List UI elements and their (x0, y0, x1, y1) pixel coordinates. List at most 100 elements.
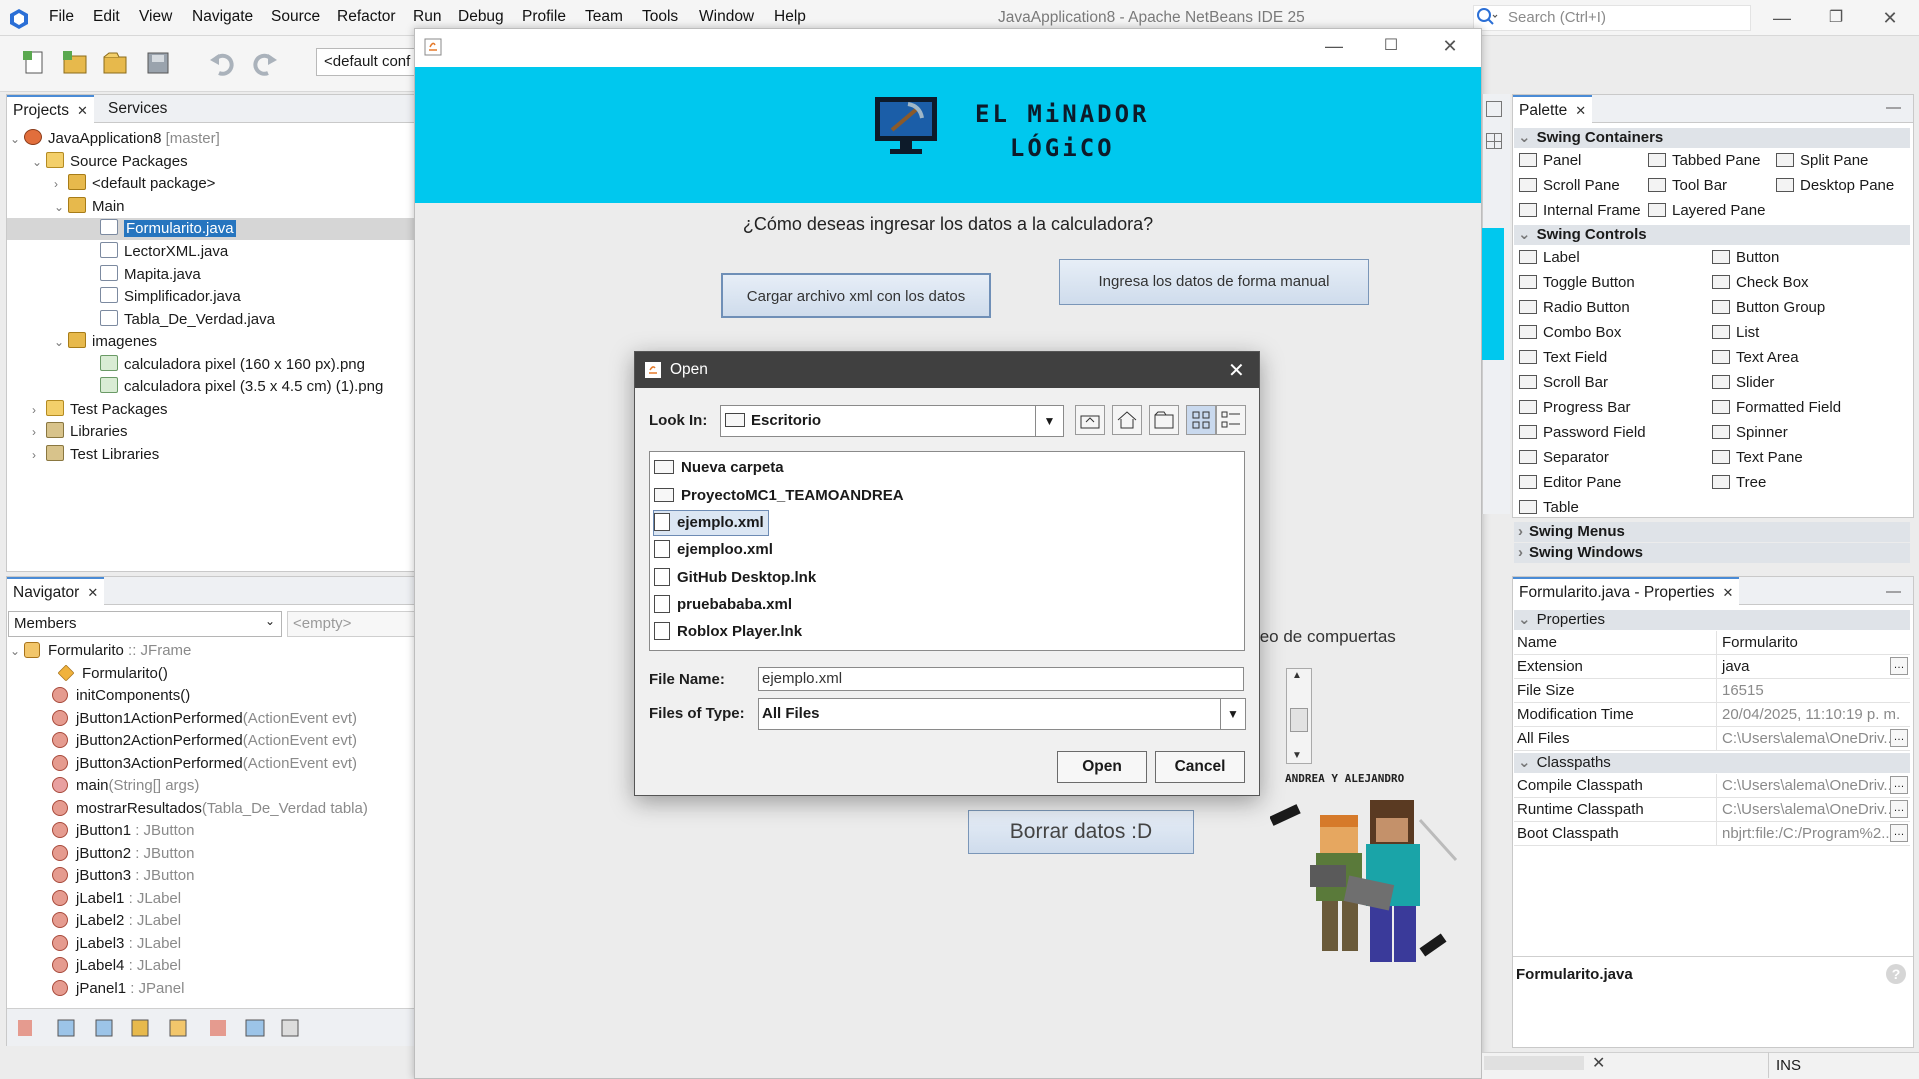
ellipsis-button[interactable]: … (1890, 657, 1908, 675)
palette-item[interactable]: Progress Bar (1519, 398, 1631, 418)
load-xml-button[interactable]: Cargar archivo xml con los datos (721, 273, 991, 318)
menu-view[interactable]: View (139, 8, 172, 26)
tree-source-packages[interactable]: ⌄ Source Packages (32, 151, 188, 173)
scrollbar-thumb[interactable] (1290, 708, 1308, 732)
close-icon[interactable]: ✕ (1723, 585, 1734, 600)
palette-item[interactable]: Scroll Bar (1519, 373, 1608, 393)
palette-item[interactable]: Slider (1712, 373, 1774, 393)
nav-member[interactable]: jButton1 : JButton (52, 820, 194, 842)
palette-item[interactable]: Desktop Pane (1776, 176, 1894, 196)
ellipsis-button[interactable]: … (1890, 729, 1908, 747)
menu-edit[interactable]: Edit (93, 8, 120, 26)
tab-navigator[interactable]: Navigator ✕ (7, 577, 105, 605)
tree-project-root[interactable]: ⌄ JavaApplication8 [master] (10, 128, 220, 150)
redo-icon[interactable] (250, 48, 280, 78)
undo-icon[interactable] (207, 48, 237, 78)
nav-member[interactable]: Formularito() (57, 663, 168, 685)
palette-item[interactable]: Combo Box (1519, 323, 1621, 343)
nav-member[interactable]: initComponents() (52, 685, 190, 707)
clear-data-button[interactable]: Borrar datos :D (968, 810, 1194, 854)
chevron-right-icon[interactable]: › (32, 444, 46, 466)
palette-item[interactable]: Check Box (1712, 273, 1809, 293)
menu-tools[interactable]: Tools (642, 8, 678, 26)
up-folder-button[interactable] (1075, 405, 1105, 435)
palette-item[interactable]: Internal Frame (1519, 201, 1641, 221)
file-list-item[interactable]: Nueva carpeta (654, 456, 784, 480)
layout-grid-icon[interactable] (1486, 133, 1502, 149)
file-type-combo[interactable]: All Files (758, 698, 1246, 730)
app-minimize-button[interactable]: — (1311, 32, 1357, 60)
ellipsis-button[interactable]: … (1890, 800, 1908, 818)
menu-window[interactable]: Window (699, 8, 754, 26)
palette-item[interactable]: Text Field (1519, 348, 1607, 368)
palette-section-controls[interactable]: ⌄ Swing Controls (1514, 225, 1910, 245)
palette-item[interactable]: Button (1712, 248, 1779, 268)
chevron-right-icon[interactable]: › (32, 421, 46, 443)
configuration-combo[interactable]: <default conf (316, 48, 416, 76)
nav-member[interactable]: jPanel1 : JPanel (52, 978, 184, 1000)
minimize-button[interactable]: — (1759, 4, 1805, 32)
property-row[interactable]: File Size 16515 (1514, 679, 1910, 703)
nav-member[interactable]: jButton1ActionPerformed(ActionEvent evt) (52, 708, 357, 730)
palette-item[interactable]: Text Area (1712, 348, 1799, 368)
nav-class-formularito[interactable]: ⌄ Formularito :: JFrame (10, 640, 191, 662)
palette-section-containers[interactable]: ⌄ Swing Containers (1514, 128, 1910, 148)
palette-item[interactable]: Text Pane (1712, 448, 1803, 468)
nav-member[interactable]: mostrarResultados(Tabla_De_Verdad tabla) (52, 798, 368, 820)
property-row[interactable]: Extension java… (1514, 655, 1910, 679)
tree-imagenes-package[interactable]: ⌄ imagenes (54, 331, 157, 353)
palette-item[interactable]: Formatted Field (1712, 398, 1841, 418)
tree-libraries[interactable]: › Libraries (32, 421, 128, 443)
menu-file[interactable]: File (49, 8, 74, 26)
tree-main-package[interactable]: ⌄ Main (54, 196, 125, 218)
chevron-down-icon[interactable]: ▼ (1220, 699, 1245, 729)
tab-projects[interactable]: Projects ✕ (7, 95, 94, 123)
tree-default-package[interactable]: › <default package> (54, 173, 215, 195)
tab-properties[interactable]: Formularito.java - Properties ✕ (1513, 577, 1740, 605)
property-row[interactable]: Boot Classpath nbjrt:file:/C:/Program%2..… (1514, 822, 1910, 846)
chevron-down-icon[interactable]: ⌄ (32, 151, 46, 173)
tree-file-formularito[interactable]: Formularito.java (100, 218, 236, 240)
minimize-panel-icon[interactable]: — (1886, 583, 1901, 600)
app-close-button[interactable]: ✕ (1427, 32, 1473, 60)
navigator-filter-icons[interactable] (14, 1016, 314, 1040)
palette-item[interactable]: Tabbed Pane (1648, 151, 1760, 171)
palette-item[interactable]: Separator (1519, 448, 1609, 468)
palette-item[interactable]: Editor Pane (1519, 473, 1621, 493)
close-icon[interactable]: ✕ (87, 585, 98, 600)
nav-member[interactable]: jButton2 : JButton (52, 843, 194, 865)
members-filter-combo[interactable]: Members ⌄ (8, 611, 282, 637)
palette-section-windows[interactable]: › Swing Windows (1514, 543, 1910, 563)
property-value[interactable]: Formularito (1716, 631, 1906, 654)
menu-navigate[interactable]: Navigate (192, 8, 253, 26)
classpaths-section[interactable]: ⌄ Classpaths (1514, 753, 1910, 773)
palette-item[interactable]: Toggle Button (1519, 273, 1635, 293)
close-icon[interactable]: ✕ (77, 103, 88, 118)
properties-section[interactable]: ⌄ Properties (1514, 610, 1910, 630)
palette-item[interactable]: Panel (1519, 151, 1581, 171)
help-icon[interactable]: ? (1886, 964, 1906, 984)
chevron-down-icon[interactable]: ⌄ (10, 128, 24, 150)
home-button[interactable] (1112, 405, 1142, 435)
chevron-right-icon[interactable]: › (32, 399, 46, 421)
tab-palette[interactable]: Palette ✕ (1513, 95, 1593, 123)
chevron-down-icon[interactable]: ▼ (1035, 406, 1063, 436)
palette-item[interactable]: Layered Pane (1648, 201, 1765, 221)
navigator-empty-field[interactable]: <empty> (287, 611, 415, 637)
palette-item[interactable]: Split Pane (1776, 151, 1868, 171)
nav-member[interactable]: jButton3 : JButton (52, 865, 194, 887)
file-list-item[interactable]: ProyectoMC1_TEAMOANDREA (654, 484, 904, 508)
details-view-button[interactable] (1216, 405, 1246, 435)
save-all-icon[interactable] (143, 48, 173, 78)
nav-member[interactable]: main(String[] args) (52, 775, 199, 797)
look-in-combo[interactable]: Escritorio (720, 405, 1064, 437)
app-maximize-button[interactable]: ☐ (1368, 32, 1414, 60)
minimize-panel-icon[interactable]: — (1886, 99, 1901, 116)
palette-item[interactable]: Scroll Pane (1519, 176, 1620, 196)
file-list-item[interactable]: Roblox Player.lnk (654, 620, 802, 644)
palette-item[interactable]: Tool Bar (1648, 176, 1727, 196)
palette-item[interactable]: Password Field (1519, 423, 1646, 443)
palette-item[interactable]: Radio Button (1519, 298, 1630, 318)
property-row[interactable]: Runtime Classpath C:\Users\alema\OneDriv.… (1514, 798, 1910, 822)
menu-source[interactable]: Source (271, 8, 320, 26)
